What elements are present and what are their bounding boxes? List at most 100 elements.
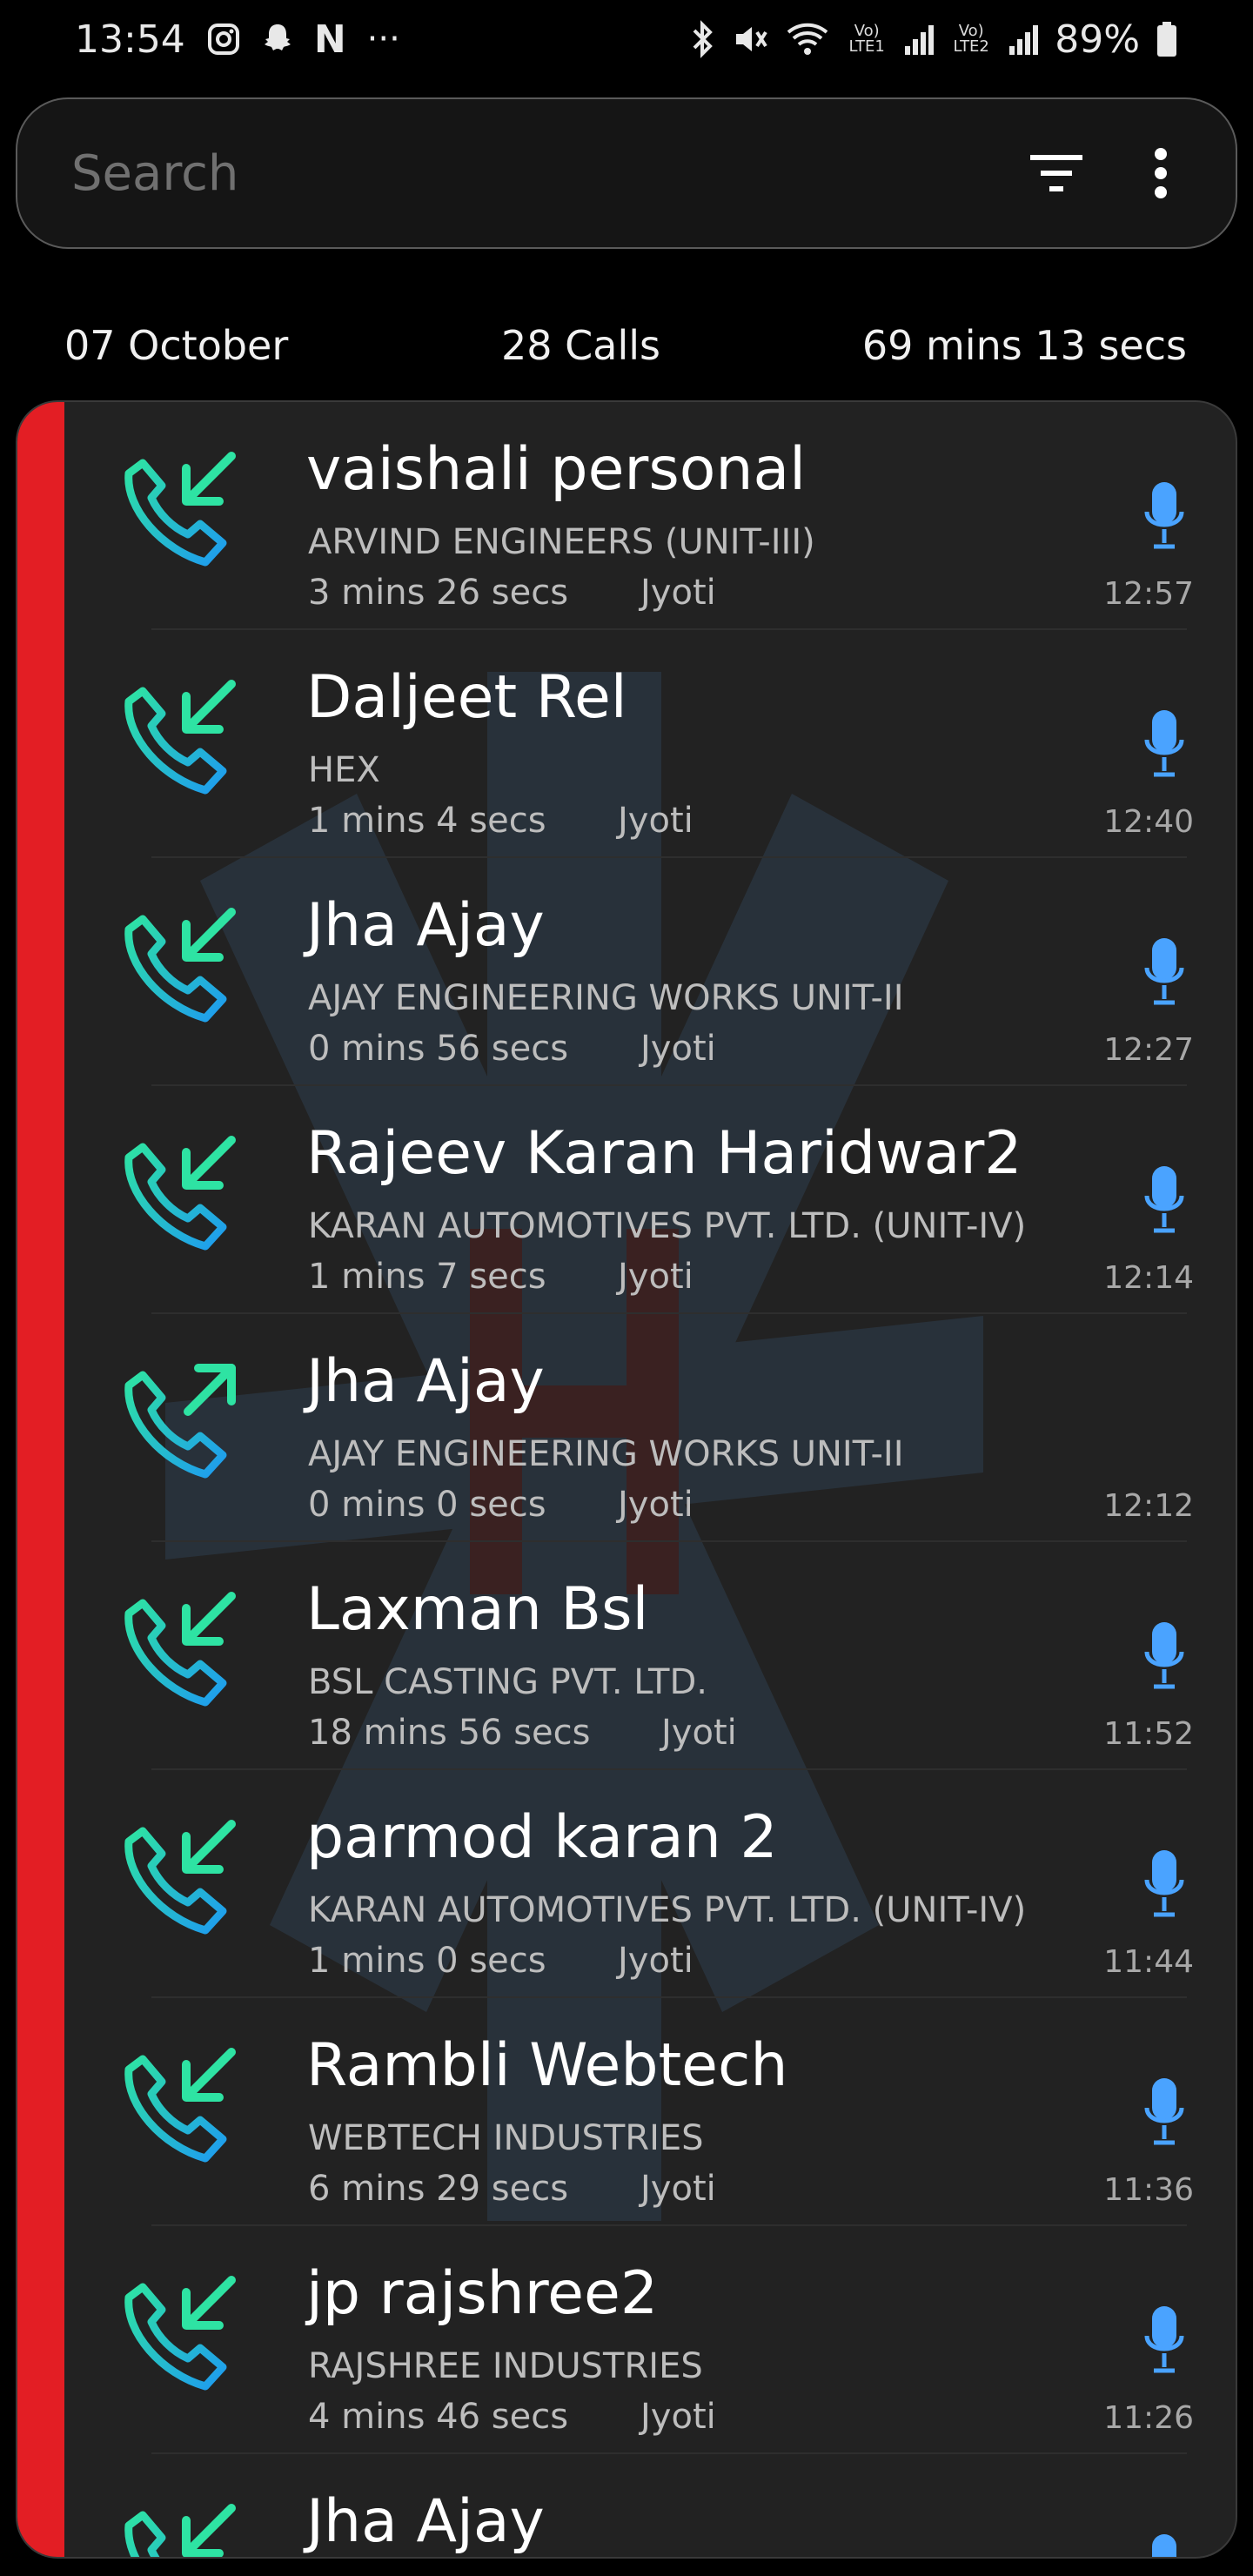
call-duration: 6 mins 29 secs xyxy=(308,2169,569,2209)
more-vert-icon xyxy=(1155,148,1167,198)
call-time: 11:36 xyxy=(1103,2172,1194,2208)
agent-name: Jyoti xyxy=(640,2397,716,2437)
call-duration: 1 mins 7 secs xyxy=(308,1257,546,1297)
incoming-call-icon xyxy=(124,1136,236,1251)
search-input[interactable] xyxy=(71,144,1013,202)
company-name: RAJSHREE INDUSTRIES xyxy=(308,2346,703,2386)
call-time: 12:14 xyxy=(1103,1260,1194,1296)
company-name: WEBTECH INDUSTRIES xyxy=(308,2118,704,2158)
contact-name: Jha Ajay xyxy=(306,891,545,960)
battery-percent: 89% xyxy=(1055,17,1140,62)
signal-sim2-icon xyxy=(1008,22,1039,57)
call-row[interactable]: Daljeet Rel HEX 1 mins 4 secs Jyoti 12:4… xyxy=(64,630,1236,858)
recording-mic-icon[interactable] xyxy=(1143,2303,1185,2376)
summary-date: 07 October xyxy=(64,322,289,369)
agent-name: Jyoti xyxy=(640,1029,716,1069)
company-name: AJAY ENGINEERING WORKS UNIT-II xyxy=(308,978,904,1018)
contact-name: parmod karan 2 xyxy=(306,1803,778,1872)
agent-name: Jyoti xyxy=(640,573,716,613)
contact-name: jp rajshree2 xyxy=(306,2259,659,2328)
incoming-call-icon xyxy=(124,2276,236,2391)
incoming-call-icon xyxy=(124,452,236,567)
battery-icon xyxy=(1156,20,1178,58)
contact-name: Rambli Webtech xyxy=(306,2031,788,2100)
status-bar: 13:54 N ··· Vo) LTE1 Vo) LTE2 89% xyxy=(0,0,1253,78)
outgoing-call-icon xyxy=(124,1364,236,1479)
more-options-button[interactable] xyxy=(1135,130,1187,217)
recording-mic-icon[interactable] xyxy=(1143,1847,1185,1920)
call-row[interactable]: vaishali personal ARVIND ENGINEERS (UNIT… xyxy=(64,402,1236,630)
agent-name: Jyoti xyxy=(618,1485,694,1525)
contact-name: Jha Ajay xyxy=(306,1347,545,1416)
contact-name: Laxman Bsl xyxy=(306,1575,649,1644)
company-name: KARAN AUTOMOTIVES PVT. LTD. (UNIT-IV) xyxy=(308,1206,1027,1246)
call-time: 11:52 xyxy=(1103,1716,1194,1752)
company-name: BSL CASTING PVT. LTD. xyxy=(308,1662,708,1702)
call-row[interactable]: Laxman Bsl BSL CASTING PVT. LTD. 18 mins… xyxy=(64,1542,1236,1770)
company-name: AJAY ENGINEERING WORKS UNIT-II xyxy=(308,1434,904,1474)
filter-button[interactable] xyxy=(1013,130,1100,217)
search-bar xyxy=(16,97,1237,249)
call-time: 11:44 xyxy=(1103,1944,1194,1980)
instagram-icon xyxy=(206,22,241,57)
call-summary: 07 October 28 Calls 69 mins 13 secs xyxy=(0,313,1253,383)
incoming-call-icon xyxy=(124,2504,236,2557)
recording-mic-icon[interactable] xyxy=(1143,1619,1185,1692)
sim1-label: Vo) LTE1 xyxy=(848,22,885,56)
call-list-card: vaishali personal ARVIND ENGINEERS (UNIT… xyxy=(16,400,1237,2559)
company-name: KARAN AUTOMOTIVES PVT. LTD. (UNIT-IV) xyxy=(308,1890,1027,1930)
recording-mic-icon[interactable] xyxy=(1143,1163,1185,1236)
card-accent-bar xyxy=(17,402,64,2557)
call-row[interactable]: jp rajshree2 RAJSHREE INDUSTRIES 4 mins … xyxy=(64,2226,1236,2454)
recording-mic-icon[interactable] xyxy=(1143,935,1185,1008)
incoming-call-icon xyxy=(124,2048,236,2163)
contact-name: Rajeev Karan Haridwar2 xyxy=(306,1119,1022,1188)
agent-name: Jyoti xyxy=(661,1713,737,1753)
recording-mic-icon[interactable] xyxy=(1143,479,1185,552)
call-time: 12:57 xyxy=(1103,576,1194,612)
incoming-call-icon xyxy=(124,1592,236,1707)
call-duration: 1 mins 0 secs xyxy=(308,1941,546,1981)
agent-name: Jyoti xyxy=(640,2169,716,2209)
call-row[interactable]: Jha Ajay xyxy=(64,2454,1236,2559)
call-time: 12:27 xyxy=(1103,1032,1194,1068)
mute-icon xyxy=(731,20,769,58)
call-row[interactable]: Jha Ajay AJAY ENGINEERING WORKS UNIT-II … xyxy=(64,1314,1236,1542)
contact-name: Daljeet Rel xyxy=(306,663,627,732)
recording-mic-icon[interactable] xyxy=(1143,707,1185,780)
netflix-icon: N xyxy=(313,17,346,62)
summary-call-count: 28 Calls xyxy=(501,322,660,369)
call-row[interactable]: Rambli Webtech WEBTECH INDUSTRIES 6 mins… xyxy=(64,1998,1236,2226)
contact-name: Jha Ajay xyxy=(306,2487,545,2556)
recording-mic-icon[interactable] xyxy=(1143,2075,1185,2148)
recording-mic-icon[interactable] xyxy=(1143,2531,1185,2559)
call-duration: 1 mins 4 secs xyxy=(308,801,546,841)
call-duration: 0 mins 0 secs xyxy=(308,1485,546,1525)
snapchat-icon xyxy=(262,22,293,57)
call-time: 12:40 xyxy=(1103,804,1194,840)
sim2-label: Vo) LTE2 xyxy=(953,22,989,56)
contact-name: vaishali personal xyxy=(306,435,807,504)
call-duration: 3 mins 26 secs xyxy=(308,573,569,613)
summary-total-duration: 69 mins 13 secs xyxy=(861,322,1187,369)
incoming-call-icon xyxy=(124,1820,236,1935)
call-duration: 0 mins 56 secs xyxy=(308,1029,569,1069)
call-row[interactable]: Rajeev Karan Haridwar2 KARAN AUTOMOTIVES… xyxy=(64,1086,1236,1314)
incoming-call-icon xyxy=(124,908,236,1023)
agent-name: Jyoti xyxy=(618,1257,694,1297)
call-time: 11:26 xyxy=(1103,2400,1194,2436)
wifi-icon xyxy=(785,20,830,58)
clock: 13:54 xyxy=(75,17,185,62)
signal-sim1-icon xyxy=(903,22,935,57)
agent-name: Jyoti xyxy=(618,1941,694,1981)
bluetooth-icon xyxy=(689,20,715,58)
call-duration: 4 mins 46 secs xyxy=(308,2397,569,2437)
incoming-call-icon xyxy=(124,680,236,795)
agent-name: Jyoti xyxy=(618,801,694,841)
call-row[interactable]: Jha Ajay AJAY ENGINEERING WORKS UNIT-II … xyxy=(64,858,1236,1086)
call-row[interactable]: parmod karan 2 KARAN AUTOMOTIVES PVT. LT… xyxy=(64,1770,1236,1998)
company-name: ARVIND ENGINEERS (UNIT-III) xyxy=(308,522,815,562)
filter-icon xyxy=(1030,155,1082,191)
more-notifications-icon: ··· xyxy=(366,19,400,59)
call-duration: 18 mins 56 secs xyxy=(308,1713,591,1753)
